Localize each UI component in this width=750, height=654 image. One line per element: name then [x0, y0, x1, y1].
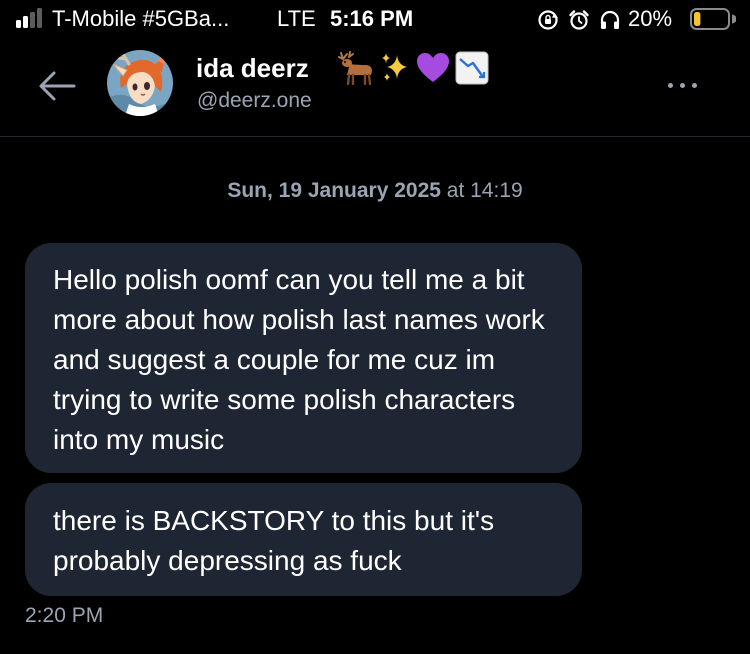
purple-heart-emoji-icon	[415, 51, 451, 85]
battery-icon	[690, 8, 737, 30]
date-day: Sun, 19 January 2025	[227, 179, 441, 202]
avatar[interactable]	[107, 50, 173, 116]
message-bubble[interactable]: Hello polish oomf can you tell me a bit …	[25, 243, 582, 473]
headphones-icon	[599, 9, 621, 31]
network-type: LTE	[277, 6, 316, 31]
battery-percent: 20%	[628, 6, 673, 31]
back-arrow-icon	[39, 71, 76, 101]
alarm-icon	[568, 9, 590, 31]
more-options-button[interactable]	[664, 74, 704, 98]
conversation-header: ida deerz @deerz.one	[0, 44, 750, 137]
status-time: 5:16 PM	[330, 6, 414, 31]
message-text: there is BACKSTORY to this but it's prob…	[53, 505, 495, 576]
message-bubble[interactable]: there is BACKSTORY to this but it's prob…	[25, 483, 582, 596]
chart-decreasing-emoji-icon	[455, 51, 489, 85]
more-dots-icon	[668, 83, 673, 88]
display-name[interactable]: ida deerz	[196, 53, 309, 84]
status-bar: T-Mobile #5GBa... LTE 5:16 PM 20%	[0, 0, 750, 44]
date-divider: Sun, 19 January 2025 at 14:19	[0, 179, 750, 203]
carrier-name: T-Mobile #5GBa...	[52, 6, 230, 31]
back-button[interactable]	[34, 62, 82, 110]
signal-strength-icon	[16, 8, 46, 28]
message-text: Hello polish oomf can you tell me a bit …	[53, 264, 545, 455]
sparkles-emoji-icon	[379, 51, 411, 85]
name-emojis	[337, 50, 489, 86]
user-handle: @deerz.one	[197, 89, 312, 112]
message-timestamp: 2:20 PM	[25, 604, 104, 627]
status-icons	[537, 8, 621, 32]
rotation-lock-icon	[537, 9, 559, 31]
deer-emoji-icon	[337, 51, 375, 85]
date-time: at 14:19	[446, 179, 523, 202]
